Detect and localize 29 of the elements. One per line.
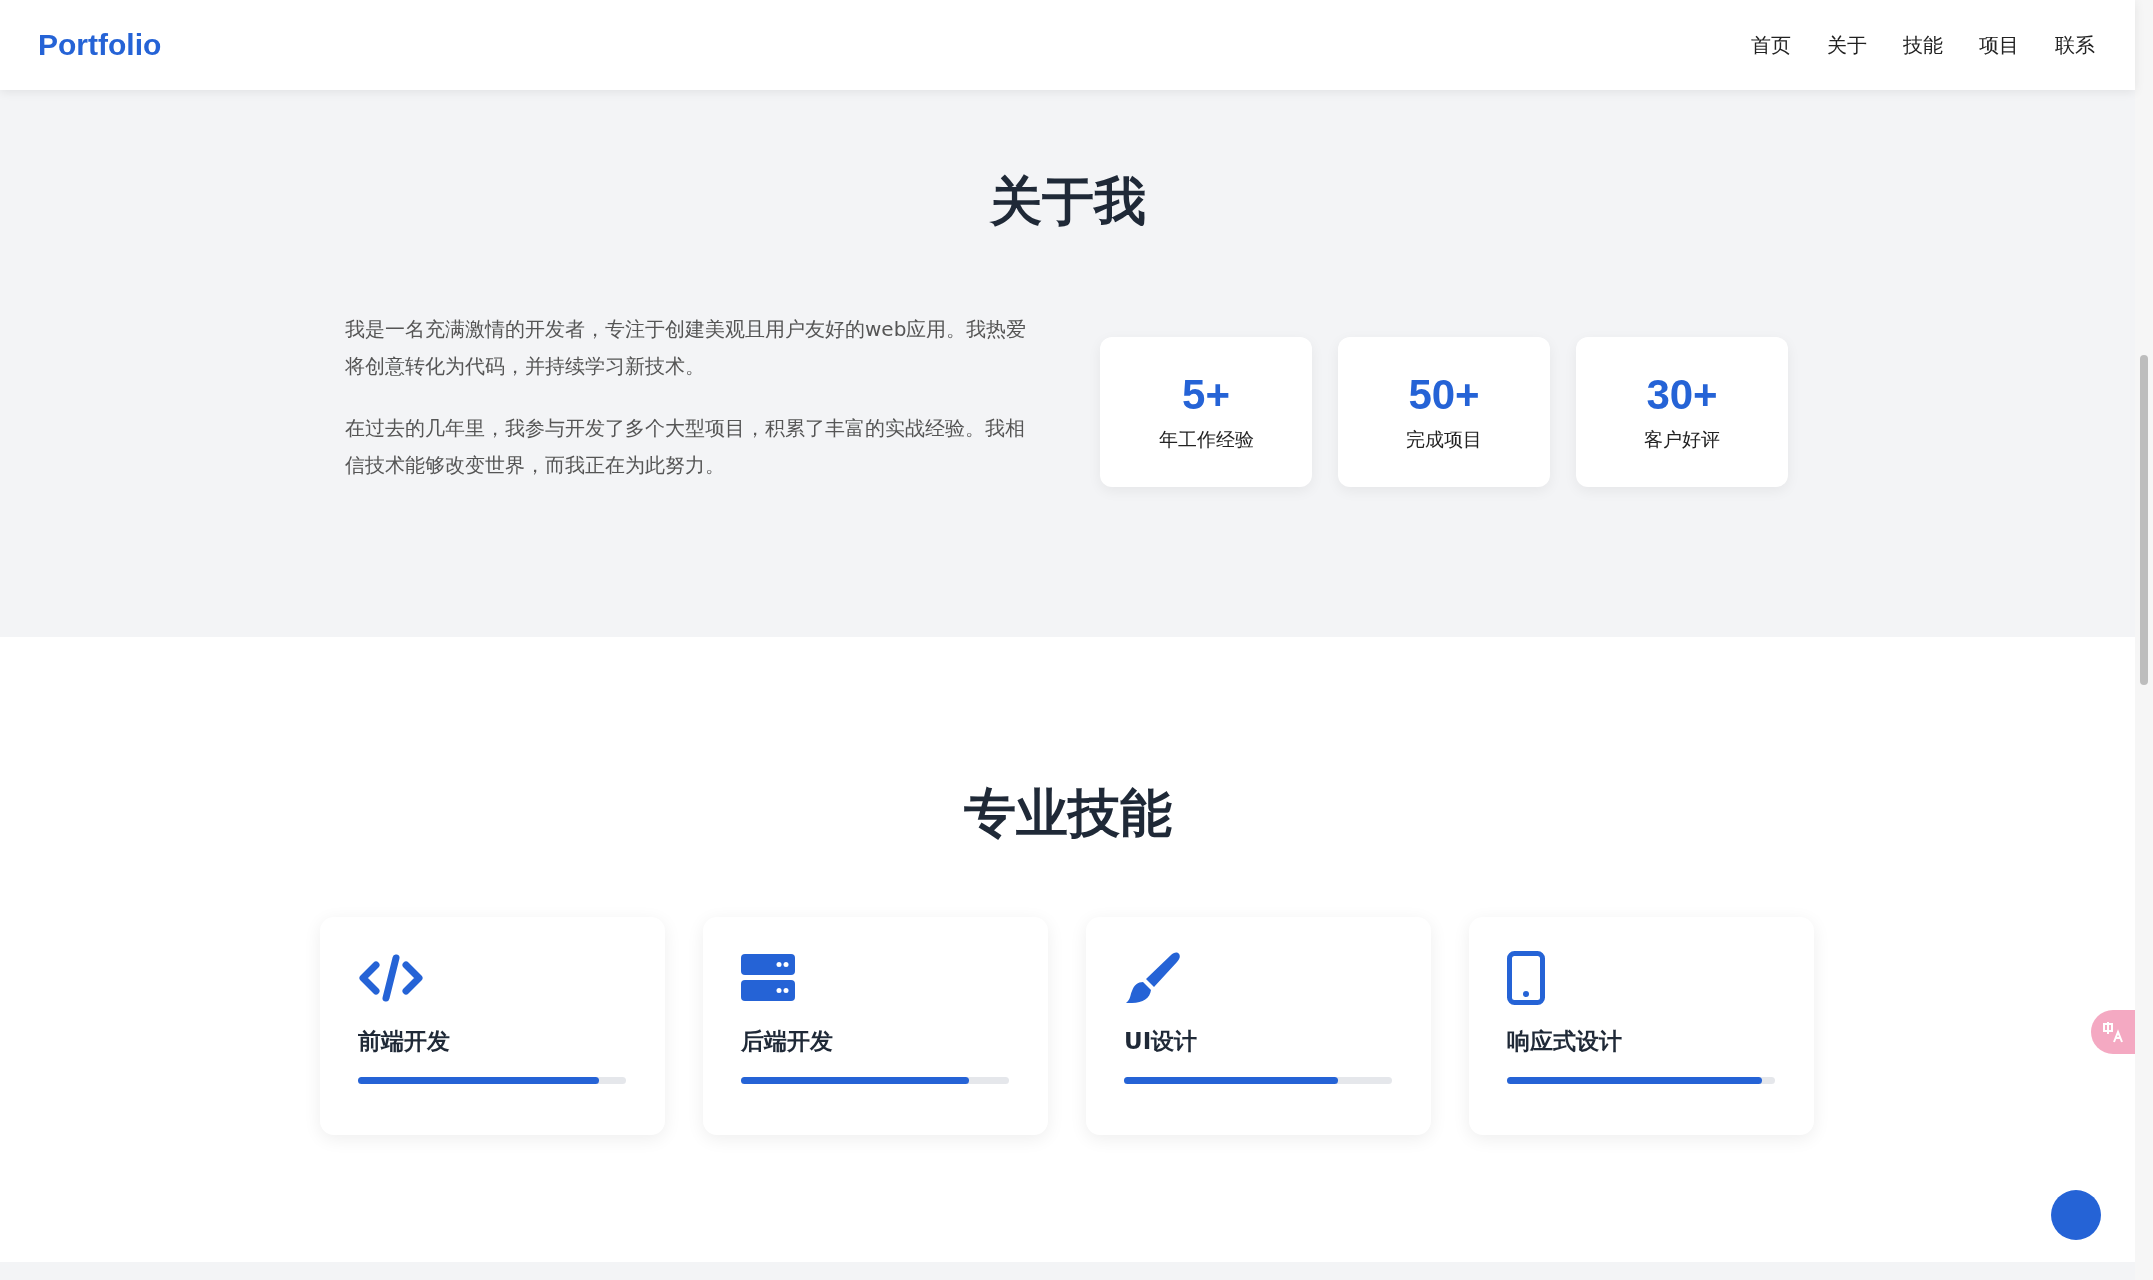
stat-value: 5+	[1182, 371, 1230, 419]
skill-name: 前端开发	[358, 1027, 451, 1056]
paintbrush-icon	[1124, 951, 1182, 1005]
skill-name: UI设计	[1124, 1027, 1199, 1056]
skill-name: 响应式设计	[1507, 1027, 1623, 1056]
stat-value: 50+	[1408, 371, 1480, 419]
stat-label: 客户好评	[1644, 427, 1720, 452]
stat-label: 年工作经验	[1158, 427, 1254, 452]
stat-label: 完成项目	[1406, 427, 1482, 452]
server-icon	[741, 954, 795, 1002]
mobile-phone-icon	[1507, 951, 1545, 1005]
nav-link[interactable]: 关于	[1827, 31, 1867, 59]
skill-name: 后端开发	[741, 1027, 834, 1056]
section-title: 关于我	[988, 175, 1147, 227]
about-paragraph: 我是一名充满激情的开发者，专注于创建美观且用户友好的web应用。我热爱将创意转化为代码，并持续学习新技术。	[345, 316, 1028, 380]
nav-link[interactable]: 联系	[2055, 31, 2095, 59]
stat-value: 30+	[1646, 371, 1718, 419]
back-to-top-button[interactable]	[2051, 1190, 2101, 1240]
nav-link[interactable]: 项目	[1979, 31, 2019, 59]
logo[interactable]: Portfolio	[38, 28, 162, 62]
translate-button[interactable]	[2091, 1010, 2135, 1054]
nav-link[interactable]: 首页	[1751, 31, 1791, 59]
translate-icon	[2102, 1021, 2124, 1043]
scrollbar-thumb[interactable]	[2140, 355, 2148, 685]
code-icon	[358, 953, 424, 1003]
about-paragraph: 在过去的几年里，我参与开发了多个大型项目，积累了丰富的实战经验。我相信技术能够改变世界，而我正在为此努力。	[345, 415, 1026, 479]
nav-link[interactable]: 技能	[1903, 31, 1943, 59]
scrollbar[interactable]	[2135, 0, 2153, 1280]
section-title: 专业技能	[962, 787, 1173, 839]
